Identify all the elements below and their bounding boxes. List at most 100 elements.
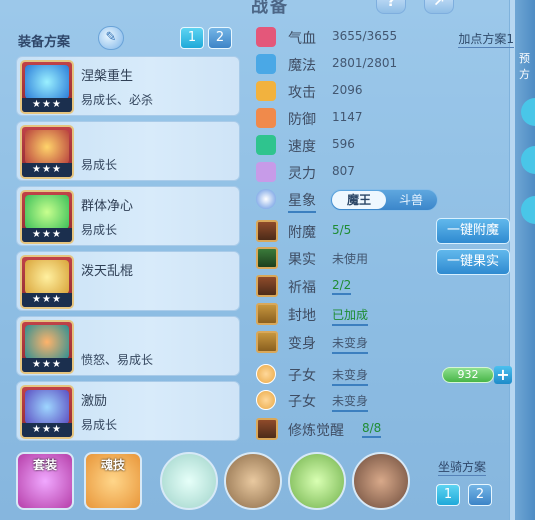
stat-value: 807: [332, 164, 355, 178]
set-slot[interactable]: 套装: [16, 452, 74, 510]
stat-label: 攻击: [288, 85, 316, 101]
star-rating: ★★★: [22, 228, 72, 242]
stat-row-mp: 魔法 2801/2801: [250, 51, 520, 77]
blessing-icon: [256, 275, 278, 297]
constellation-label[interactable]: 星象: [288, 190, 316, 213]
add-point-scheme-button[interactable]: 加点方案1: [458, 30, 514, 48]
mount-scheme-tab-2[interactable]: 2: [468, 484, 492, 506]
stat-value: 2801/2801: [332, 56, 398, 70]
equip-name: 涅槃重生: [81, 69, 134, 84]
equip-card-3[interactable]: ★★★ 群体净心 易成长: [16, 186, 240, 246]
stat-row-constellation: 星象 魔王 斗兽: [250, 186, 520, 213]
growth-label: 果实: [288, 252, 316, 268]
cultivation-icon: [256, 418, 278, 440]
growth-row-cultivation: 修炼觉醒 8/8: [250, 416, 520, 442]
growth-row-child-2: 子女 未变身: [250, 387, 520, 413]
equip-traits: 易成长: [81, 223, 118, 237]
equip-scheme-label: 装备方案: [18, 35, 71, 50]
growth-value[interactable]: 未变身: [332, 334, 369, 354]
equip-scheme-panel: 装备方案 ✎ 1 2 ★★★ 涅槃重生 易成长、必杀 ★★★ 易成长 ★★★ 群…: [10, 24, 242, 446]
growth-value: 5/5: [332, 223, 352, 237]
equip-scheme-tab-1[interactable]: 1: [180, 27, 204, 49]
stat-label: 魔法: [288, 58, 316, 74]
side-char-1: 方: [519, 68, 530, 81]
stat-label: 灵力: [288, 166, 316, 182]
growth-value[interactable]: 未变身: [332, 392, 369, 412]
staff-skill-icon: [25, 260, 69, 294]
constellation-option-beast[interactable]: 斗兽: [384, 191, 438, 209]
defense-icon: [256, 108, 276, 128]
inspire-skill-icon: [25, 390, 69, 424]
equip-traits: 易成长: [81, 158, 118, 172]
equip-icon-2: ★★★: [20, 125, 74, 179]
side-char-0: 预: [519, 52, 530, 65]
equip-card-4[interactable]: ★★★ 泼天乱棍: [16, 251, 240, 311]
growth-value[interactable]: 8/8: [362, 421, 382, 438]
side-orb-3[interactable]: [521, 196, 535, 224]
growth-label: 子女: [288, 394, 316, 410]
stat-label: 速度: [288, 139, 316, 155]
star-rating: ★★★: [22, 358, 72, 372]
equip-card-5[interactable]: ★★★ 愤怒、易成长: [16, 316, 240, 376]
growth-label: 祈福: [288, 280, 316, 296]
stat-label: 气血: [288, 31, 316, 47]
equip-icon-4: ★★★: [20, 255, 74, 309]
skill-slot-5[interactable]: [288, 452, 346, 510]
mount-scheme-label[interactable]: 坐骑方案: [438, 458, 487, 476]
equip-list: ★★★ 涅槃重生 易成长、必杀 ★★★ 易成长 ★★★ 群体净心 易成长 ★★★: [16, 56, 240, 446]
purify-skill-icon: [25, 195, 69, 229]
pencil-icon: ✎: [105, 30, 117, 45]
constellation-toggle[interactable]: 魔王 斗兽: [330, 189, 438, 211]
title-bar: 战备: [251, 0, 289, 17]
one-click-enchant-button[interactable]: 一键附魔: [436, 218, 510, 244]
soul-skill-label: 魂技: [100, 458, 125, 472]
equip-traits: 愤怒、易成长: [81, 353, 154, 367]
equip-scheme-tab-2[interactable]: 2: [208, 27, 232, 49]
stat-row-hp: 气血 3655/3655 加点方案1: [250, 24, 520, 50]
growth-row-fruit: 果实 未使用 一键果实: [250, 245, 520, 275]
equip-card-2[interactable]: ★★★ 易成长: [16, 121, 240, 181]
growth-value: 未使用: [332, 252, 369, 266]
star-rating: ★★★: [22, 163, 72, 177]
stat-value: 3655/3655: [332, 29, 398, 43]
heart-icon: [256, 27, 276, 47]
mount-scheme-tab-1[interactable]: 1: [436, 484, 460, 506]
transform-icon: [256, 331, 278, 353]
side-orb-2[interactable]: [521, 146, 535, 174]
skill-slot-3[interactable]: [160, 452, 218, 510]
fief-icon: [256, 303, 278, 325]
attack-icon: [256, 81, 276, 101]
add-exp-button[interactable]: +: [494, 366, 512, 384]
growth-label: 封地: [288, 308, 316, 324]
skill-slot-4[interactable]: [224, 452, 282, 510]
growth-value[interactable]: 2/2: [332, 278, 352, 295]
stat-row-spirit: 灵力 807: [250, 159, 520, 185]
equip-icon-5: ★★★: [20, 320, 74, 374]
edit-scheme-button[interactable]: ✎: [98, 26, 124, 50]
growth-row-blessing: 祈福 2/2: [250, 273, 520, 299]
equip-card-6[interactable]: ★★★ 激励 易成长: [16, 381, 240, 441]
spirit-icon: [256, 162, 276, 182]
stat-label: 防御: [288, 112, 316, 128]
soul-skill-slot[interactable]: 魂技: [84, 452, 142, 510]
stat-row-speed: 速度 596: [250, 132, 520, 158]
help-button[interactable]: ?: [376, 0, 406, 14]
set-label: 套装: [32, 458, 57, 472]
star-rating: ★★★: [22, 293, 72, 307]
child-exp-bar: 932: [442, 367, 494, 383]
growth-row-fief: 封地 已加成: [250, 301, 520, 327]
growth-value[interactable]: 未变身: [332, 366, 369, 386]
equip-card-1[interactable]: ★★★ 涅槃重生 易成长、必杀: [16, 56, 240, 116]
equip-name: 激励: [81, 394, 108, 409]
skill-slot-6[interactable]: [352, 452, 410, 510]
share-button[interactable]: ↗: [424, 0, 454, 14]
mana-icon: [256, 54, 276, 74]
one-click-fruit-button[interactable]: 一键果实: [436, 249, 510, 275]
growth-label: 修炼觉醒: [288, 423, 344, 439]
enchant-icon: [256, 220, 278, 242]
growth-value[interactable]: 已加成: [332, 306, 369, 326]
stat-value: 1147: [332, 110, 363, 124]
fruit-icon: [256, 247, 278, 269]
constellation-option-demon-king[interactable]: 魔王: [332, 191, 386, 209]
side-orb-1[interactable]: [521, 98, 535, 126]
